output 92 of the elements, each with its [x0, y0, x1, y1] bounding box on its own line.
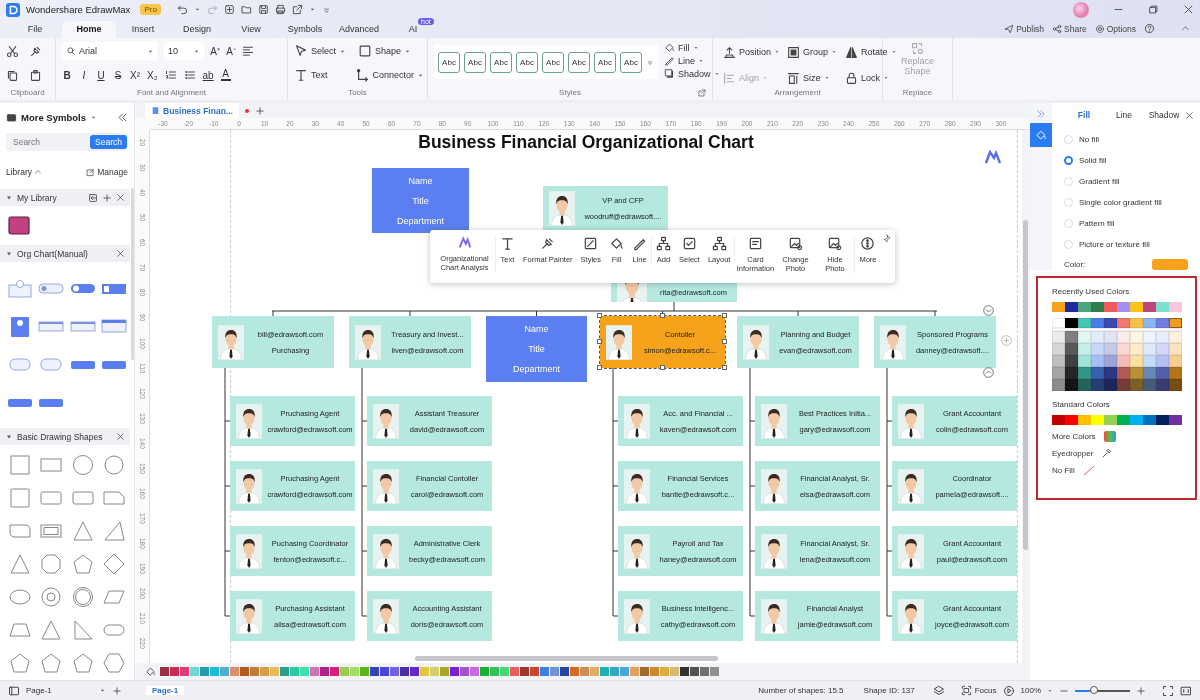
format-button[interactable]: S	[113, 69, 123, 81]
font-field[interactable]: Arial	[62, 42, 158, 60]
style-swatch[interactable]: Abc	[542, 51, 564, 73]
section-header[interactable]: My Library	[0, 189, 130, 206]
eyedropper-button[interactable]: Eyedropper	[1052, 448, 1113, 459]
placeholder-text: Title	[528, 344, 545, 354]
share-button[interactable]: Share	[1052, 23, 1087, 34]
options-button[interactable]: Options	[1094, 23, 1136, 34]
page-tab[interactable]: Page-1	[146, 686, 185, 695]
placeholder-text: Department	[397, 215, 444, 226]
style-swatch[interactable]: Abc	[594, 51, 616, 73]
size-button[interactable]: Size	[787, 68, 839, 88]
placeholder-text: Department	[513, 364, 560, 374]
panel-title: More Symbols	[21, 111, 86, 123]
line-button[interactable]: Line	[664, 55, 720, 66]
pro-badge: Pro	[140, 4, 161, 15]
style-swatch[interactable]: Abc	[490, 51, 512, 73]
menu-tab[interactable]: Advanced	[332, 21, 386, 38]
format-button[interactable]: X²	[130, 69, 140, 81]
placeholder-text: Name	[524, 324, 549, 334]
app-title: Wondershare EdrawMax	[26, 4, 131, 15]
placeholder-card[interactable]: Name Title Department	[486, 316, 587, 382]
menu-tab[interactable]: View	[224, 21, 278, 38]
font-size-button[interactable]: A⁻	[226, 44, 236, 58]
menu-tab[interactable]: File	[8, 21, 62, 38]
font-size-button[interactable]: A⁺	[210, 44, 220, 58]
fill-option[interactable]: Picture or texture fill	[1064, 238, 1200, 250]
style-swatch[interactable]: Abc	[438, 51, 460, 73]
fill-option[interactable]: No fill	[1064, 133, 1200, 145]
lock-button[interactable]: Lock	[845, 68, 895, 88]
highlight-button[interactable]: ab	[202, 69, 214, 81]
style-swatch[interactable]: Abc	[464, 51, 486, 73]
placeholder-text: Title	[412, 195, 429, 206]
zoom-dropdown[interactable]: 100%	[1020, 686, 1041, 695]
manage-button[interactable]: Manage	[86, 167, 128, 177]
style-swatch[interactable]: Abc	[568, 51, 590, 73]
shadow-button[interactable]: Shadow	[664, 68, 720, 79]
font-color-button[interactable]: A	[220, 69, 231, 81]
group-label: Tools	[347, 88, 368, 99]
fill-option[interactable]: Solid fill	[1064, 154, 1200, 166]
section-header[interactable]: Basic Drawing Shapes	[0, 428, 130, 445]
fill-option[interactable]: Single color gradient fill	[1064, 196, 1200, 208]
format-button[interactable]: X₂	[147, 69, 158, 81]
menu-tab[interactable]: Symbols	[278, 21, 332, 38]
publish-button[interactable]: Publish	[1004, 23, 1044, 34]
shape-tool[interactable]: Shape	[358, 44, 412, 58]
group-button[interactable]: Group	[787, 42, 839, 62]
format-button[interactable]: B	[62, 69, 72, 81]
group-label: Font and Alignment	[136, 88, 207, 99]
position-button[interactable]: Position	[723, 42, 781, 62]
section-title: Standard Colors	[1052, 400, 1111, 409]
group-label: Arrangement	[773, 88, 822, 99]
section-title: Recently Used Colors	[1052, 287, 1131, 296]
panel-tab[interactable]: Fill	[1064, 110, 1104, 120]
connector-tool[interactable]: Connector	[355, 68, 425, 82]
fill-button[interactable]: Fill	[664, 42, 720, 53]
format-button[interactable]: U	[96, 69, 106, 81]
library-button[interactable]: Library	[6, 167, 42, 177]
menu-tab[interactable]: Insert	[116, 21, 170, 38]
font-size-field[interactable]: 10	[164, 42, 204, 60]
group-label: Styles	[434, 88, 706, 100]
placeholder-text: Name	[408, 175, 433, 186]
select-tool[interactable]: Select	[294, 44, 346, 58]
group-label: Replace	[901, 88, 934, 99]
section-title: Basic Drawing Shapes	[17, 431, 104, 442]
rotate-button[interactable]: Rotate	[845, 42, 895, 62]
page-dropdown[interactable]: Page-1	[26, 686, 106, 695]
text-tool[interactable]: Text	[294, 68, 328, 82]
menu-tab[interactable]: Home	[62, 21, 116, 38]
shape-id: Shape ID: 137	[863, 686, 915, 695]
group-label: Clipboard	[9, 88, 46, 99]
more-colors-button[interactable]: More Colors	[1052, 431, 1116, 442]
fill-option[interactable]: Gradient fill	[1064, 175, 1200, 187]
style-swatch[interactable]: Abc	[620, 51, 642, 73]
shape-count: Number of shapes: 15.5	[758, 686, 844, 695]
no-fill-button[interactable]: No Fill	[1052, 465, 1095, 476]
search-button[interactable]: Search	[90, 135, 127, 149]
section-header[interactable]: Org Chart(Manual)	[0, 245, 130, 262]
style-swatch[interactable]: Abc	[516, 51, 538, 73]
section-title: My Library	[17, 192, 58, 203]
placeholder-card[interactable]: Name Title Department	[372, 168, 469, 233]
color-label: Color:	[1064, 260, 1086, 269]
section-title: Org Chart(Manual)	[17, 248, 89, 259]
format-button[interactable]: I	[79, 69, 89, 81]
fill-option[interactable]: Pattern fill	[1064, 217, 1200, 229]
menu-tab[interactable]: Design	[170, 21, 224, 38]
panel-tab[interactable]: Shadow	[1144, 110, 1184, 120]
document-tab[interactable]: Business Finan...	[145, 103, 239, 118]
focus-button[interactable]: Focus	[960, 685, 997, 696]
chart-title: Business Financial Organizational Chart	[417, 132, 755, 153]
search-field[interactable]: Search Search	[6, 133, 128, 151]
panel-tab[interactable]: Line	[1104, 110, 1144, 120]
